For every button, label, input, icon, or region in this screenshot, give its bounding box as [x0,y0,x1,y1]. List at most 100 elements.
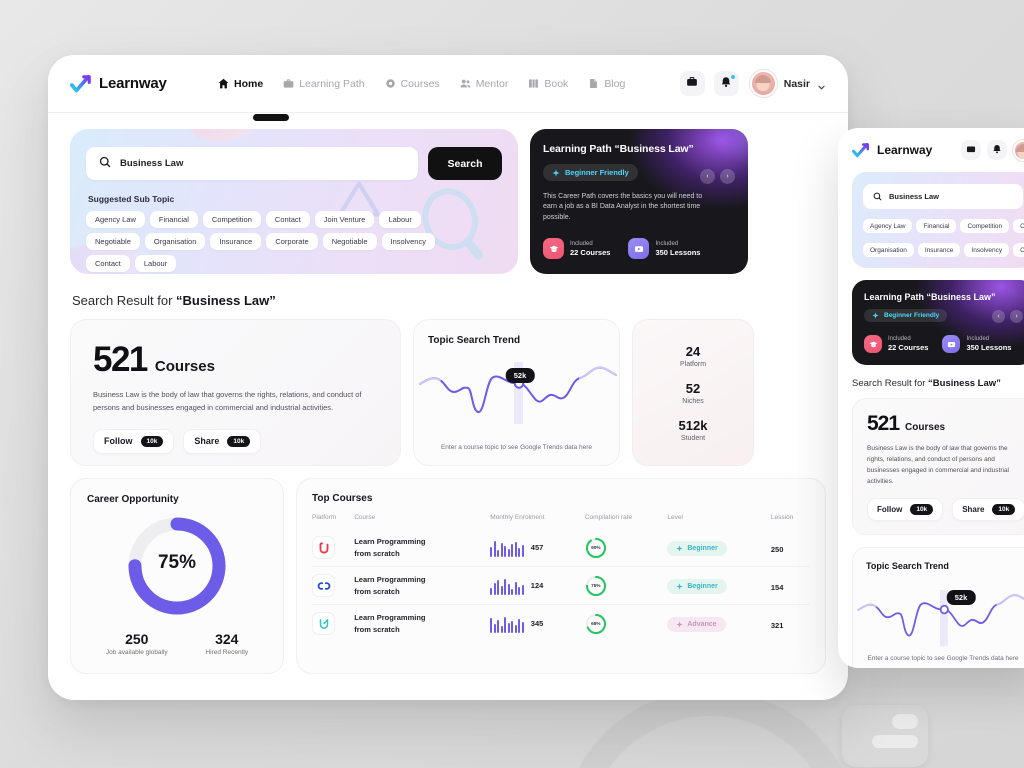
suggested-tag[interactable]: Insolvency [964,243,1010,257]
mail-icon [966,141,976,159]
table-row[interactable]: Learn Programming from scratch 457 90% Begi… [312,529,810,567]
mobile-courses-description: Business Law is the body of law that gov… [867,445,1009,486]
suggested-tag[interactable]: Join Venture [314,211,375,228]
mail-button[interactable] [679,71,705,96]
chevron-right-icon[interactable]: › [1010,310,1023,323]
suggested-tag[interactable]: Insurance [210,233,262,250]
suggested-tag[interactable]: Financial [916,219,957,233]
enrolment-sparkline [490,615,524,633]
nav-item-blog[interactable]: Blog [588,74,625,94]
suggested-tag[interactable]: Contact [86,255,130,272]
follow-button[interactable]: Follow 10k [867,498,944,522]
metric-value: 250 [125,631,149,647]
trend-tooltip: 52k [505,368,535,383]
notifications-button[interactable] [987,140,1007,160]
suggested-tag[interactable]: Insurance [917,243,961,257]
suggested-tag[interactable]: Contact [1013,243,1024,257]
suggested-tag[interactable]: Competition [202,211,261,228]
chevron-left-icon[interactable]: ‹ [700,169,715,184]
included-label: Included [888,336,911,342]
included-courses: Included 22 Courses [864,335,928,353]
search-button[interactable]: Search [428,147,502,180]
app-window: Learnway Home Learning Path Courses Ment… [48,55,848,700]
chevron-right-icon[interactable]: › [720,169,735,184]
included-label: Included [570,240,593,247]
level-label: Beginner [687,582,718,590]
mail-icon [686,75,698,93]
suggested-tag[interactable]: Negotiable [322,233,377,250]
share-label: Share [962,505,985,515]
chevron-left-icon[interactable]: ‹ [992,310,1005,323]
user-menu[interactable]: Nasir [749,70,826,97]
column-header: Platform [312,514,337,521]
suggested-tag[interactable]: Financial [149,211,198,228]
nav-item-book[interactable]: Book [528,74,568,94]
share-label: Share [194,436,220,446]
suggested-tag[interactable]: Negotiable [86,233,140,250]
suggested-subtopic-label: Suggested Sub Topic [88,194,175,204]
background-ring-decoration [560,690,860,768]
stat-student: 512k Student [679,418,708,442]
trend-title: Topic Search Trend [866,561,949,572]
briefcase-icon [283,78,294,89]
book-icon [528,78,539,89]
suggested-tag[interactable]: Contact [265,211,310,228]
career-percent: 75% [157,552,197,573]
trend-title: Topic Search Trend [428,335,521,346]
table-row[interactable]: Learn Programming from scratch 124 75% Begi… [312,566,810,605]
suggested-tag[interactable]: Contact [1013,219,1024,233]
mail-button[interactable] [961,140,981,160]
metric-label: Job available globally [105,649,168,656]
search-result-heading: Search Result for “Business Law” [72,293,826,308]
avatar [749,70,777,97]
nav-item-courses[interactable]: Courses [385,74,440,94]
share-button[interactable]: Share 10k [183,428,262,454]
brand[interactable]: Learnway [70,74,218,93]
beginner-friendly-badge: Beginner Friendly [543,164,638,181]
suggested-tag[interactable]: Labour [134,255,177,272]
search-field[interactable] [86,147,418,180]
mobile-search-field[interactable]: Business Law [863,184,1023,209]
notifications-button[interactable] [713,71,739,96]
mobile-actions [961,139,1024,161]
suggested-tag[interactable]: Organisation [863,243,914,257]
follow-button[interactable]: Follow 10k [93,428,175,454]
hero-row: Search Suggested Sub Topic Agency LawFin… [70,129,826,274]
included-value: 22 Courses [888,343,929,352]
table-row[interactable]: Learn Programming from scratch 345 68% Adva… [312,604,810,642]
mobile-courses-card: 521 Courses Business Law is the body of … [852,398,1024,536]
level-badge: Beginner [667,578,727,594]
share-button[interactable]: Share 10k [952,498,1024,522]
stat-label: Niches [682,397,704,405]
mobile-trend-card: Topic Search Trend 52k Enter a course to… [852,547,1024,668]
coursera-icon [312,574,335,597]
mobile-tags-row-2: OrganisationInsuranceInsolvencyContact [863,243,1024,257]
cta-row: Follow 10k Share 10k [93,428,378,454]
suggested-tag[interactable]: Organisation [144,233,206,250]
nav-links: Home Learning Path Courses Mentor Book B… [218,74,625,94]
lesson-count: 154 [770,582,784,592]
mobile-search-value: Business Law [889,192,940,201]
suggested-tag[interactable]: Labour [379,211,421,228]
career-donut: 75% [87,512,267,620]
compilation-rate-donut: 90% [585,537,607,559]
suggested-tag[interactable]: Agency Law [86,211,145,228]
column-header: Course [354,514,376,521]
notification-badge [730,75,735,79]
table-header-row: Platform Course Monthly Enrolment Compilati… [312,514,810,529]
courses-count-word: Courses [905,422,946,433]
suggested-tag[interactable]: Agency Law [863,219,913,233]
enrolment-value: 124 [530,581,544,590]
suggested-tag[interactable]: Corporate [266,233,318,250]
included-row: Included 22 Courses Included 350 Lessons [543,238,735,260]
suggested-tag[interactable]: Competition [960,219,1010,233]
nav-item-home[interactable]: Home [218,74,263,94]
suggested-tag[interactable]: Insolvency [381,233,435,250]
active-tab-indicator [253,114,289,121]
search-input[interactable] [120,158,405,169]
nav-item-learning-path[interactable]: Learning Path [283,74,365,94]
carousel-arrows: ‹ › [992,310,1023,323]
included-value: 350 Lessons [966,343,1012,352]
nav-item-mentor[interactable]: Mentor [460,74,508,94]
learning-path-title: Learning Path “Business Law” [543,143,694,155]
